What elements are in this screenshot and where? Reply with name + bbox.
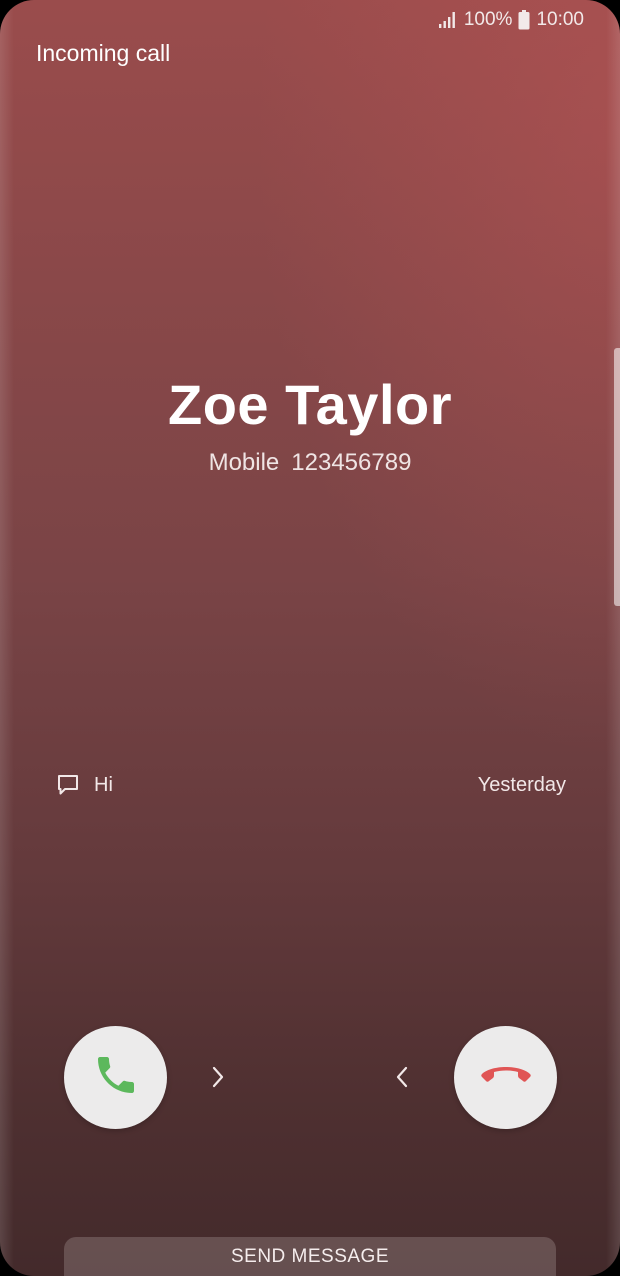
screen-header: Incoming call xyxy=(36,40,171,66)
caller-number: 123456789 xyxy=(291,449,412,476)
last-message-row[interactable]: Hi Yesterday xyxy=(56,770,566,800)
chevron-left-icon xyxy=(392,1064,412,1090)
clock-time: 10:00 xyxy=(536,9,584,30)
last-message-time: Yesterday xyxy=(477,773,566,796)
chevron-right-icon xyxy=(208,1064,228,1090)
caller-number-line: Mobile 123456789 xyxy=(0,449,620,477)
last-message-text: Hi xyxy=(94,773,113,796)
accept-call-button[interactable] xyxy=(64,1026,167,1129)
phone-accept-icon xyxy=(92,1051,140,1104)
phone-decline-icon xyxy=(476,1045,536,1110)
status-bar: 100% 10:00 xyxy=(438,8,584,32)
incoming-call-screen: 100% 10:00 Incoming call Zoe Taylor Mobi… xyxy=(0,0,620,1276)
signal-icon xyxy=(438,11,458,29)
caller-name: Zoe Taylor xyxy=(167,373,452,436)
battery-percent: 100% xyxy=(463,9,513,30)
battery-icon xyxy=(518,10,530,30)
screen-edge-right xyxy=(606,0,620,1276)
message-bubble-icon xyxy=(56,773,80,797)
decline-call-button[interactable] xyxy=(454,1026,557,1129)
number-type: Mobile xyxy=(208,449,280,476)
send-message-button[interactable]: SEND MESSAGE xyxy=(64,1237,556,1276)
screen-edge-left xyxy=(0,0,14,1276)
